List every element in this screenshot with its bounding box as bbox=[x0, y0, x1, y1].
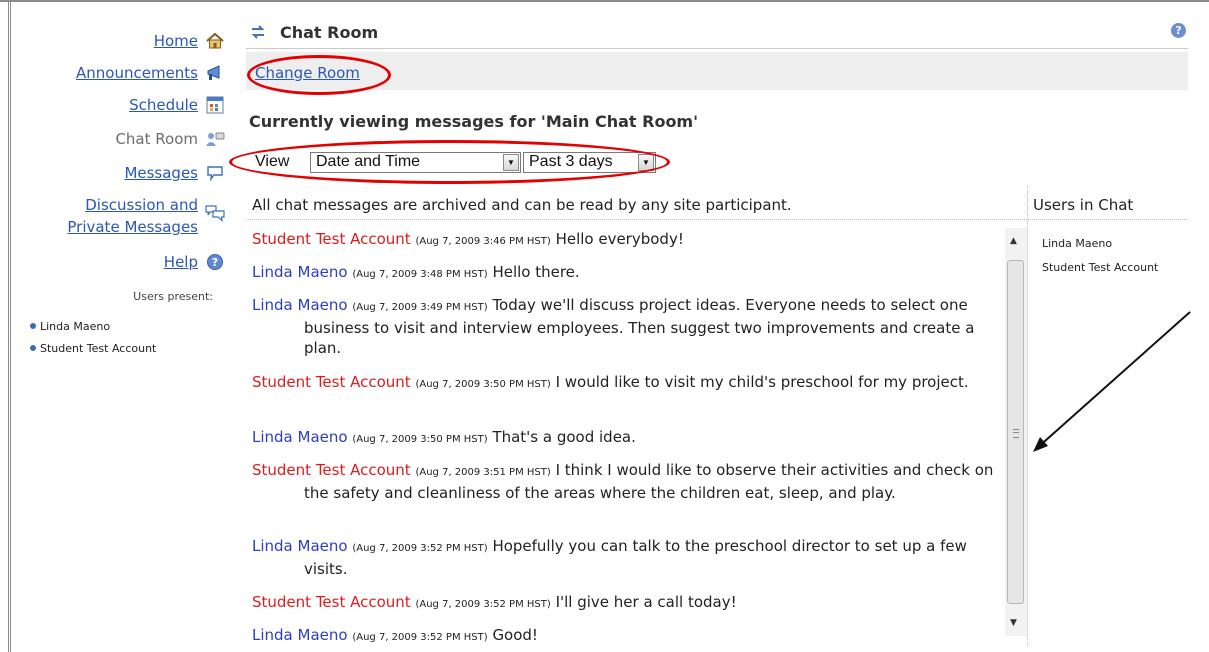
annotation-arrow bbox=[1033, 311, 1191, 452]
